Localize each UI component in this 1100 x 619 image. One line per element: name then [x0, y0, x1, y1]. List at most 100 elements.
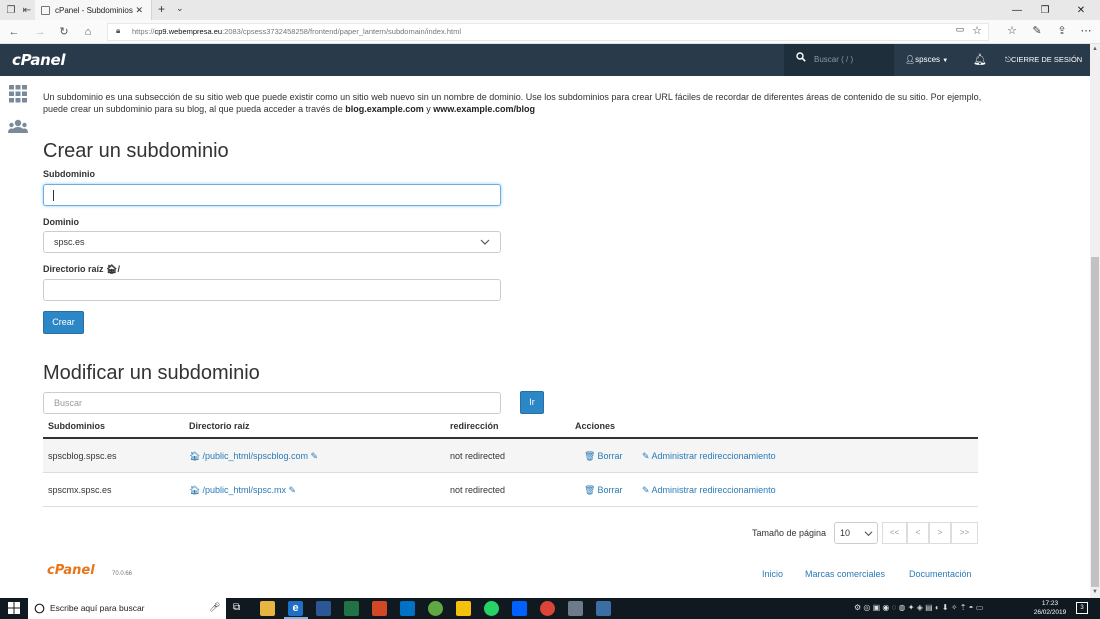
username: spsces: [915, 55, 941, 64]
page-size-label: Tamaño de página: [752, 528, 827, 538]
first-page-button[interactable]: <<: [882, 522, 907, 544]
address-bar-row: ← → ↻ ⌂ https://cp9.webempresa.eu:2083/c…: [0, 20, 1100, 44]
logout-label: CIERRE DE SESIÓN: [1010, 55, 1083, 64]
chrome-icon[interactable]: [540, 601, 555, 616]
subdomain-search-input[interactable]: Buscar: [43, 392, 501, 414]
page-scrollbar[interactable]: ▲ ▼: [1090, 44, 1100, 598]
url-host: cp9.webempresa.eu: [154, 27, 223, 36]
col-subdomains[interactable]: Subdominios: [48, 421, 105, 431]
footer-link-docs[interactable]: Documentación: [909, 569, 972, 579]
greenshot-icon[interactable]: [428, 601, 443, 616]
col-docroot[interactable]: Directorio raíz: [189, 421, 250, 431]
row-docroot-link[interactable]: 🏠︎/public_html/spsc.mx ✎: [189, 485, 296, 496]
notes-app-icon[interactable]: [456, 601, 471, 616]
search-placeholder: Buscar: [54, 398, 83, 408]
user-icon: 👤︎: [905, 55, 916, 64]
clock[interactable]: 17:23 26/02/2019: [1030, 599, 1070, 617]
favorites-hub-icon[interactable]: ☆: [1004, 24, 1020, 37]
search-icon: [34, 603, 45, 614]
browser-tab[interactable]: cPanel - Subdominios ✕: [35, 0, 152, 20]
close-window-icon[interactable]: ✕: [1066, 0, 1096, 20]
row-redirection: not redirected: [450, 451, 506, 461]
edge-browser-icon[interactable]: e: [288, 601, 303, 616]
clock-date: 26/02/2019: [1033, 609, 1067, 616]
share-icon[interactable]: ⇪: [1054, 24, 1070, 37]
powerpoint-icon[interactable]: [372, 601, 387, 616]
pencil-icon[interactable]: ✎: [288, 485, 296, 495]
users-icon[interactable]: [8, 118, 28, 136]
home-icon: 🏠︎: [106, 264, 118, 274]
url-path: :2083/cpsess3732458258/frontend/paper_la…: [222, 27, 461, 36]
whatsapp-icon[interactable]: [484, 601, 499, 616]
virtualbox-icon[interactable]: [596, 601, 611, 616]
new-tab-icon[interactable]: +: [158, 2, 165, 16]
home-grid-icon[interactable]: [8, 85, 28, 103]
manage-redirect-link[interactable]: ✎ Administrar redireccionamiento: [642, 451, 776, 462]
microphone-icon[interactable]: 🎤︎: [209, 602, 220, 613]
docroot-suffix: /: [117, 264, 120, 274]
domain-value: spsc.es: [54, 237, 85, 247]
last-page-button[interactable]: >>: [951, 522, 978, 544]
next-page-button[interactable]: >: [929, 522, 951, 544]
home-icon[interactable]: ⌂: [80, 24, 96, 40]
row-docroot-link[interactable]: 🏠︎/public_html/spscblog.com ✎: [189, 451, 318, 462]
scroll-thumb[interactable]: [1091, 257, 1099, 587]
scroll-up-icon[interactable]: ▲: [1091, 46, 1099, 52]
docroot-label: Directorio raíz 🏠︎/: [43, 264, 120, 275]
docroot-input[interactable]: [43, 279, 501, 301]
maximize-icon[interactable]: ❐: [1030, 0, 1060, 20]
cpanel-logo[interactable]: cPanel: [12, 51, 66, 69]
page-size-select[interactable]: 10: [834, 522, 878, 544]
url-field[interactable]: https://cp9.webempresa.eu:2083/cpsess373…: [107, 23, 989, 41]
taskbar-search[interactable]: Escribe aquí para buscar 🎤︎: [28, 598, 226, 619]
subdomain-label: Subdominio: [43, 169, 95, 179]
pencil-icon[interactable]: ✎: [311, 451, 319, 461]
col-redirection[interactable]: redirección: [450, 421, 499, 431]
favorite-star-icon[interactable]: ☆: [969, 24, 985, 37]
app-icon[interactable]: [568, 601, 583, 616]
tray-icons[interactable]: ⚙ ◎ ▣ ◉ ◌ ◍ ✦ ◈ ▤ ◐ ⬇ ✧ ⇡ ◓ ▭: [854, 603, 983, 612]
tab-close-icon[interactable]: ✕: [135, 5, 143, 16]
header-search[interactable]: Buscar ( / ): [784, 44, 894, 76]
domain-select[interactable]: spsc.es: [43, 231, 501, 253]
back-icon[interactable]: ←: [6, 24, 22, 40]
delete-link[interactable]: 🗑︎ Borrar: [584, 485, 622, 496]
home-icon: 🏠︎: [189, 451, 201, 461]
text-caret: [53, 190, 54, 201]
manage-redirect-link[interactable]: ✎ Administrar redireccionamiento: [642, 485, 776, 496]
col-actions: Acciones: [575, 421, 616, 431]
more-icon[interactable]: ⋯: [1078, 24, 1094, 37]
bell-icon[interactable]: 🔔︎: [973, 53, 987, 66]
tab-list-chevron-icon[interactable]: ⌄: [176, 3, 184, 14]
excel-icon[interactable]: [344, 601, 359, 616]
go-button[interactable]: Ir: [520, 391, 544, 414]
footer-link-trademarks[interactable]: Marcas comerciales: [805, 569, 885, 579]
docroot-label-text: Directorio raíz: [43, 264, 104, 274]
logout-button[interactable]: ⎋CIERRE DE SESIÓN: [1005, 55, 1082, 65]
row-subdomain: spscmx.spsc.es: [48, 485, 112, 495]
domain-label: Dominio: [43, 217, 79, 227]
delete-link[interactable]: 🗑︎ Borrar: [584, 451, 622, 462]
refresh-icon[interactable]: ↻: [56, 24, 72, 40]
reading-view-icon[interactable]: ▭: [952, 24, 968, 35]
row-redirection: not redirected: [450, 485, 506, 495]
minimize-icon[interactable]: —: [1002, 0, 1032, 20]
user-menu[interactable]: 👤︎spsces ▼: [905, 55, 948, 64]
task-view-icon[interactable]: ⧉: [233, 602, 240, 613]
forward-icon[interactable]: →: [32, 24, 48, 40]
outlook-icon[interactable]: [400, 601, 415, 616]
word-icon[interactable]: [316, 601, 331, 616]
notifications-icon[interactable]: 3: [1076, 602, 1088, 614]
pen-icon[interactable]: ✎: [1029, 24, 1045, 37]
subdomain-input[interactable]: [43, 184, 501, 206]
prev-page-button[interactable]: <: [907, 522, 929, 544]
footer-cpanel-logo[interactable]: cPanel: [47, 563, 95, 578]
scroll-down-icon[interactable]: ▼: [1091, 589, 1099, 595]
dropbox-icon[interactable]: [512, 601, 527, 616]
create-button[interactable]: Crear: [43, 311, 84, 334]
windows-start-icon[interactable]: [8, 602, 20, 614]
tab-aside-icon[interactable]: ⇤: [18, 0, 36, 20]
file-explorer-icon[interactable]: [260, 601, 275, 616]
tab-favicon-icon: [41, 5, 50, 15]
footer-link-home[interactable]: Inicio: [762, 569, 783, 579]
